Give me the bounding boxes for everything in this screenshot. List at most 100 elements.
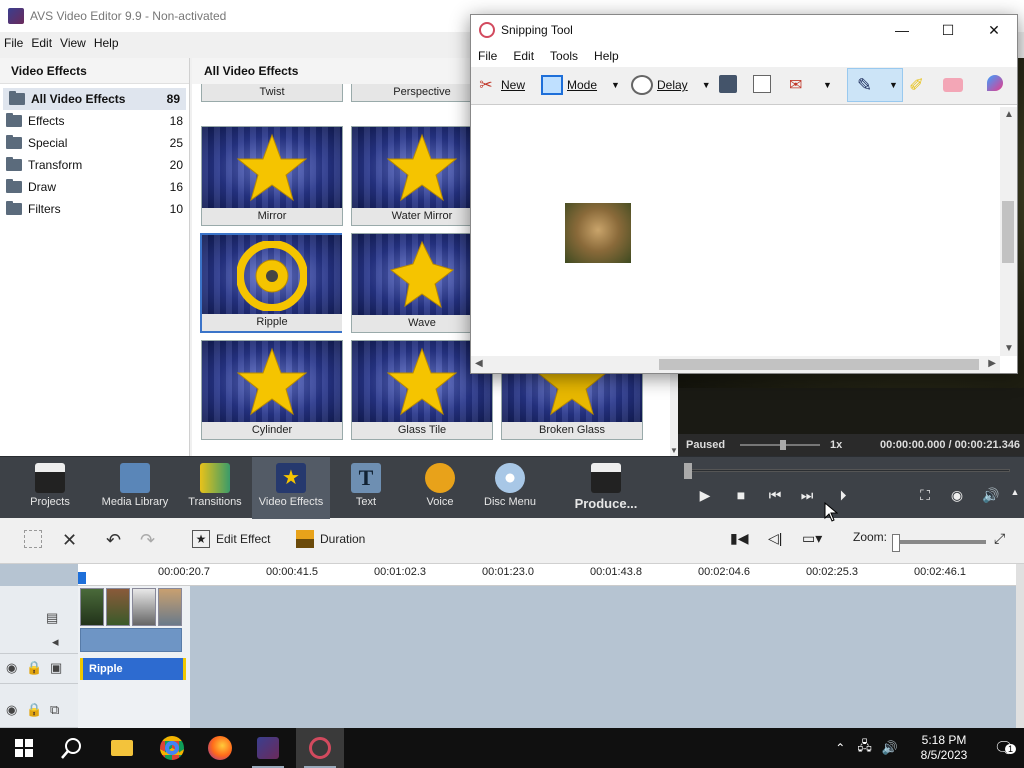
scroll-down-arrow-icon[interactable]: ▼ <box>670 446 678 455</box>
volume-icon[interactable]: 🔊 <box>980 487 1002 504</box>
effect-tile-twist[interactable]: Twist <box>201 84 343 102</box>
lock-icon[interactable]: 🔒 <box>26 660 42 676</box>
voice-button[interactable]: Voice <box>414 457 466 519</box>
category-transform[interactable]: Transform 20 <box>0 154 189 176</box>
category-special[interactable]: Special 25 <box>0 132 189 154</box>
duration-button[interactable]: Duration <box>296 530 365 548</box>
video-clip-thumb[interactable] <box>132 588 156 626</box>
search-button[interactable] <box>48 728 96 768</box>
network-icon[interactable]: 🖧 <box>857 737 872 759</box>
timeline-ruler[interactable]: 00:00:20.7 00:00:41.5 00:01:02.3 00:01:2… <box>78 564 1016 586</box>
fullscreen-icon[interactable]: ⛶ <box>914 487 936 504</box>
chevron-left-icon[interactable]: ◀ <box>475 358 483 369</box>
menu-edit[interactable]: Edit <box>31 36 52 50</box>
scrollbar-thumb[interactable] <box>1002 201 1014 263</box>
media-library-button[interactable]: Media Library <box>98 457 172 519</box>
video-clip-thumb[interactable] <box>80 588 104 626</box>
effect-clip-ripple[interactable]: Ripple <box>80 658 186 680</box>
menu-help[interactable]: Help <box>94 36 119 50</box>
split-icon[interactable]: ▮◀ <box>730 530 748 547</box>
edit-effect-button[interactable]: ★ Edit Effect <box>192 530 270 548</box>
snip-canvas[interactable]: ▲ ▼ ◀ ▶ <box>471 107 1017 373</box>
chevron-up-icon[interactable]: ⌃ <box>835 741 845 755</box>
audio-settings-icon[interactable]: ◁| <box>768 530 782 547</box>
highlighter-button[interactable]: ✐ <box>909 75 935 95</box>
text-button[interactable]: T Text <box>340 457 392 519</box>
avs-taskbar-button[interactable] <box>244 728 292 768</box>
next-frame-icon[interactable]: ⏭ <box>796 487 818 504</box>
notification-center-button[interactable]: 🗨 1 <box>984 738 1024 758</box>
eye-icon[interactable]: ◉ <box>6 660 17 676</box>
category-draw[interactable]: Draw 16 <box>0 176 189 198</box>
playback-seek-bar[interactable] <box>684 463 1014 479</box>
save-button[interactable] <box>719 75 741 93</box>
lock-icon[interactable]: 🔒 <box>26 702 42 718</box>
video-effects-button[interactable]: ★ Video Effects <box>252 457 330 519</box>
display-options-icon[interactable]: ▭▾ <box>802 530 822 547</box>
menu-view[interactable]: View <box>60 36 86 50</box>
video-clip-thumb[interactable] <box>106 588 130 626</box>
clock[interactable]: 5:18 PM 8/5/2023 <box>904 733 984 763</box>
start-button[interactable] <box>0 728 48 768</box>
new-snip-button[interactable]: ✂ New <box>475 75 525 95</box>
firefox-button[interactable] <box>196 728 244 768</box>
category-filters[interactable]: Filters 10 <box>0 198 189 220</box>
minimize-icon[interactable]: — <box>879 15 925 45</box>
effect-tile-ripple[interactable]: Ripple <box>200 233 342 333</box>
paint3d-button[interactable] <box>987 75 1007 91</box>
snip-vertical-scrollbar[interactable]: ▲ ▼ <box>1000 107 1017 356</box>
snipping-tool-taskbar-button[interactable] <box>296 728 344 768</box>
play-icon[interactable]: ▶ <box>694 487 716 504</box>
video-clip-thumb[interactable] <box>158 588 182 626</box>
maximize-icon[interactable]: ☐ <box>925 15 971 45</box>
menu-file[interactable]: File <box>4 36 23 50</box>
pen-button[interactable]: ✎ ▼ <box>857 75 898 95</box>
chevron-down-icon[interactable]: ▼ <box>1004 343 1014 354</box>
chevron-down-icon[interactable]: ▼ <box>823 80 832 90</box>
close-icon[interactable]: ✕ <box>971 15 1017 45</box>
volume-icon[interactable]: 🔊 <box>882 740 898 756</box>
delay-button[interactable]: Delay ▼ <box>631 75 711 95</box>
chrome-button[interactable] <box>148 728 196 768</box>
chevron-down-icon[interactable]: ▼ <box>889 80 898 90</box>
stop-icon[interactable]: ■ <box>730 487 752 503</box>
chevron-down-icon[interactable]: ▼ <box>611 80 620 90</box>
seek-knob[interactable] <box>684 463 692 479</box>
zoom-slider[interactable] <box>892 534 986 552</box>
file-explorer-button[interactable] <box>98 728 146 768</box>
snip-menu-file[interactable]: File <box>478 49 497 63</box>
timeline-scrollbar[interactable] <box>1016 564 1024 728</box>
mode-button[interactable]: Mode ▼ <box>541 75 620 95</box>
effect-tile-cylinder[interactable]: Cylinder <box>201 340 343 440</box>
fit-to-window-icon[interactable]: ⤢ <box>994 530 1005 547</box>
category-effects[interactable]: Effects 18 <box>0 110 189 132</box>
disc-menu-button[interactable]: Disc Menu <box>480 457 540 519</box>
speed-slider[interactable] <box>740 440 820 450</box>
redo-icon[interactable]: ↷ <box>140 530 155 551</box>
chevron-down-icon[interactable]: ▼ <box>702 80 711 90</box>
chevron-up-icon[interactable]: ▲ <box>1004 487 1024 497</box>
category-all-video-effects[interactable]: All Video Effects 89 <box>3 88 186 110</box>
chevron-up-icon[interactable]: ▲ <box>1004 109 1014 120</box>
video-clip-strip[interactable] <box>80 588 182 626</box>
scrollbar-thumb[interactable] <box>659 359 979 370</box>
produce-button[interactable]: Produce... <box>570 457 642 519</box>
previous-frame-icon[interactable]: ⏮ <box>764 487 786 504</box>
transitions-button[interactable]: Transitions <box>184 457 246 519</box>
eraser-button[interactable] <box>943 75 967 92</box>
eye-icon[interactable]: ◉ <box>6 702 17 718</box>
mute-icon[interactable]: ◂ <box>52 634 59 650</box>
storyboard-toggle-button[interactable] <box>24 530 48 548</box>
snip-horizontal-scrollbar[interactable]: ◀ ▶ <box>471 356 1000 373</box>
copy-button[interactable] <box>753 75 775 93</box>
send-snip-button[interactable]: ✉ ▼ <box>789 75 832 95</box>
audio-clip[interactable] <box>80 628 182 652</box>
projects-button[interactable]: Projects <box>18 457 82 519</box>
snip-menu-tools[interactable]: Tools <box>550 49 578 63</box>
undo-icon[interactable]: ↶ <box>106 530 121 551</box>
snip-menu-help[interactable]: Help <box>594 49 619 63</box>
delete-icon[interactable]: ✕ <box>62 530 77 551</box>
effect-tile-mirror[interactable]: Mirror <box>201 126 343 226</box>
playhead-marker[interactable] <box>78 572 86 584</box>
snapshot-icon[interactable]: ◉ <box>946 487 968 504</box>
